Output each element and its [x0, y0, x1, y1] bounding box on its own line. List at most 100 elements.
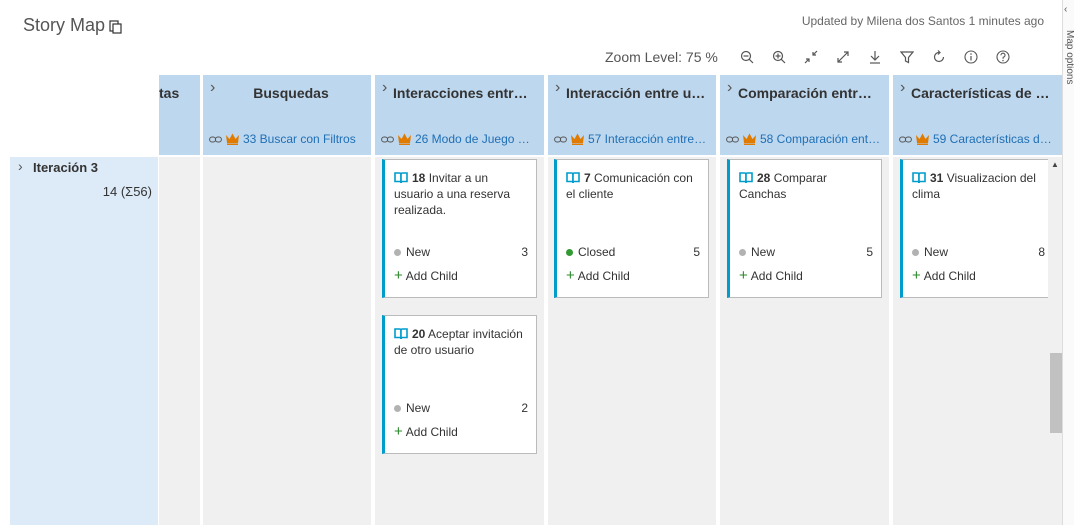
refresh-icon [933, 50, 944, 63]
zoom-out-icon [740, 50, 754, 64]
card-state[interactable]: New [394, 401, 430, 415]
card-state[interactable]: New [912, 245, 948, 259]
feature-link[interactable]: 59 Características de… [899, 132, 1054, 146]
book-icon [739, 172, 753, 184]
add-child-button[interactable]: + Add Child [566, 267, 630, 284]
state-label: New [406, 245, 431, 259]
plus-icon: + [739, 267, 748, 284]
link-icon [381, 136, 394, 142]
column-header-interacciones[interactable]: › Interacciones entre … 26 Modo de Juego… [375, 75, 544, 155]
card-points: 2 [521, 401, 528, 415]
info-button[interactable] [958, 47, 984, 67]
column-header-comparacion[interactable]: › Comparación entre … 58 Comparación ent… [720, 75, 889, 155]
add-child-label: Add Child [405, 269, 458, 283]
add-child-button[interactable]: + Add Child [912, 268, 976, 283]
zoom-in-button[interactable] [766, 47, 792, 67]
story-card[interactable]: 31 Visualizacion del clima New 8 + Add C… [900, 159, 1048, 298]
book-icon [394, 172, 408, 184]
filter-icon [899, 51, 914, 64]
add-child-button[interactable]: + Add Child [739, 267, 803, 284]
add-child-label: Add Child [750, 269, 803, 283]
crown-icon [226, 133, 239, 145]
help-icon [996, 50, 1010, 64]
column-name: Características de im… [911, 85, 1052, 101]
updated-status: Updated by Milena dos Santos 1 minutes a… [801, 14, 1044, 28]
collapse-button[interactable] [798, 47, 824, 67]
add-child-button[interactable]: + Add Child [394, 423, 458, 440]
card-id: 28 [757, 171, 771, 185]
download-icon [869, 51, 880, 64]
chevron-right-icon[interactable]: › [555, 79, 560, 97]
card-points: 8 [1038, 245, 1045, 259]
book-icon [566, 172, 580, 184]
chevron-right-icon[interactable]: › [727, 79, 732, 97]
zoom-in-icon [772, 50, 786, 64]
column-header-interaccion[interactable]: › Interacción entre us… 57 Interacción e… [548, 75, 716, 155]
story-card[interactable]: 7 Comunicación con el cliente Closed 5 +… [554, 159, 709, 298]
collapse-icon [804, 50, 818, 64]
feature-link-text: 58 Comparación ent… [760, 132, 881, 146]
refresh-button[interactable] [926, 47, 952, 67]
story-card[interactable]: 28 Comparar Canchas New 5 + Add Child [727, 159, 882, 298]
card-id: 18 [412, 171, 426, 185]
card-id: 31 [930, 171, 944, 185]
card-points: 5 [693, 245, 700, 259]
add-child-button[interactable]: + Add Child [394, 268, 458, 283]
link-icon [554, 136, 567, 142]
chevron-right-icon[interactable]: › [210, 79, 215, 97]
card-title[interactable]: 28 Comparar Canchas [739, 170, 873, 202]
story-card[interactable]: 20 Aceptar invitación de otro usuario Ne… [382, 315, 537, 454]
card-state[interactable]: New [739, 245, 775, 259]
scrollbar-thumb[interactable] [1050, 353, 1062, 433]
feature-link-text: 57 Interacción entre… [588, 132, 707, 146]
card-title[interactable]: 31 Visualizacion del clima [912, 170, 1040, 202]
copy-icon[interactable] [109, 20, 123, 34]
card-state[interactable]: Closed [566, 245, 615, 259]
column-header-tas[interactable]: tas [159, 75, 200, 155]
feature-link[interactable]: 33 Buscar con Filtros [209, 132, 363, 146]
plus-icon: + [566, 267, 575, 284]
card-title[interactable]: 18 Invitar a un usuario a una reserva re… [394, 170, 528, 218]
feature-link[interactable]: 58 Comparación ent… [726, 132, 881, 146]
column-name: Interacción entre us… [566, 85, 706, 101]
vertical-scrollbar[interactable]: ▲ [1048, 157, 1062, 525]
chevron-right-icon[interactable]: › [18, 158, 23, 174]
crown-icon [571, 133, 584, 145]
card-title[interactable]: 20 Aceptar invitación de otro usuario [394, 326, 528, 358]
zoom-out-button[interactable] [734, 47, 760, 67]
card-points: 5 [866, 245, 873, 259]
add-child-label: Add Child [577, 269, 630, 283]
chevron-right-icon[interactable]: › [382, 79, 387, 97]
book-icon [394, 328, 408, 340]
link-icon [726, 136, 739, 142]
add-child-label: Add Child [405, 425, 458, 439]
feature-link[interactable]: 57 Interacción entre… [554, 132, 708, 146]
iteration-cell: › Iteración 3 14 (Σ56) [10, 157, 158, 525]
download-button[interactable] [862, 47, 888, 67]
expand-button[interactable] [830, 47, 856, 67]
expand-icon [837, 51, 849, 63]
story-card[interactable]: 18 Invitar a un usuario a una reserva re… [382, 159, 537, 298]
iteration-row: › Iteración 3 14 (Σ56) 18 Invitar a un u… [0, 157, 1062, 525]
column-header-caracteristicas[interactable]: › Características de im… 59 Característi… [893, 75, 1062, 155]
state-dot [394, 404, 401, 412]
help-button[interactable] [990, 47, 1016, 67]
feature-link[interactable]: 26 Modo de Juego … [381, 132, 536, 146]
feature-link-text: 26 Modo de Juego … [415, 132, 530, 146]
card-state[interactable]: New [394, 245, 430, 259]
map-options-label: Map options [1064, 30, 1074, 85]
column-name: Busquedas [253, 85, 329, 101]
chevron-left-icon[interactable]: ‹ [1064, 4, 1067, 15]
info-icon [964, 50, 978, 64]
card-title[interactable]: 7 Comunicación con el cliente [566, 170, 700, 202]
column-header-busquedas[interactable]: › Busquedas 33 Buscar con Filtros [203, 75, 371, 155]
chevron-right-icon[interactable]: › [900, 79, 905, 97]
filter-button[interactable] [894, 47, 920, 67]
scroll-up-icon[interactable]: ▲ [1051, 160, 1059, 169]
link-icon [209, 136, 222, 142]
state-dot [912, 248, 919, 256]
iteration-stat: 14 (Σ56) [102, 184, 152, 199]
state-dot [394, 248, 401, 256]
plus-icon: + [394, 423, 403, 440]
map-options-panel[interactable]: ‹ Map options [1062, 0, 1074, 525]
